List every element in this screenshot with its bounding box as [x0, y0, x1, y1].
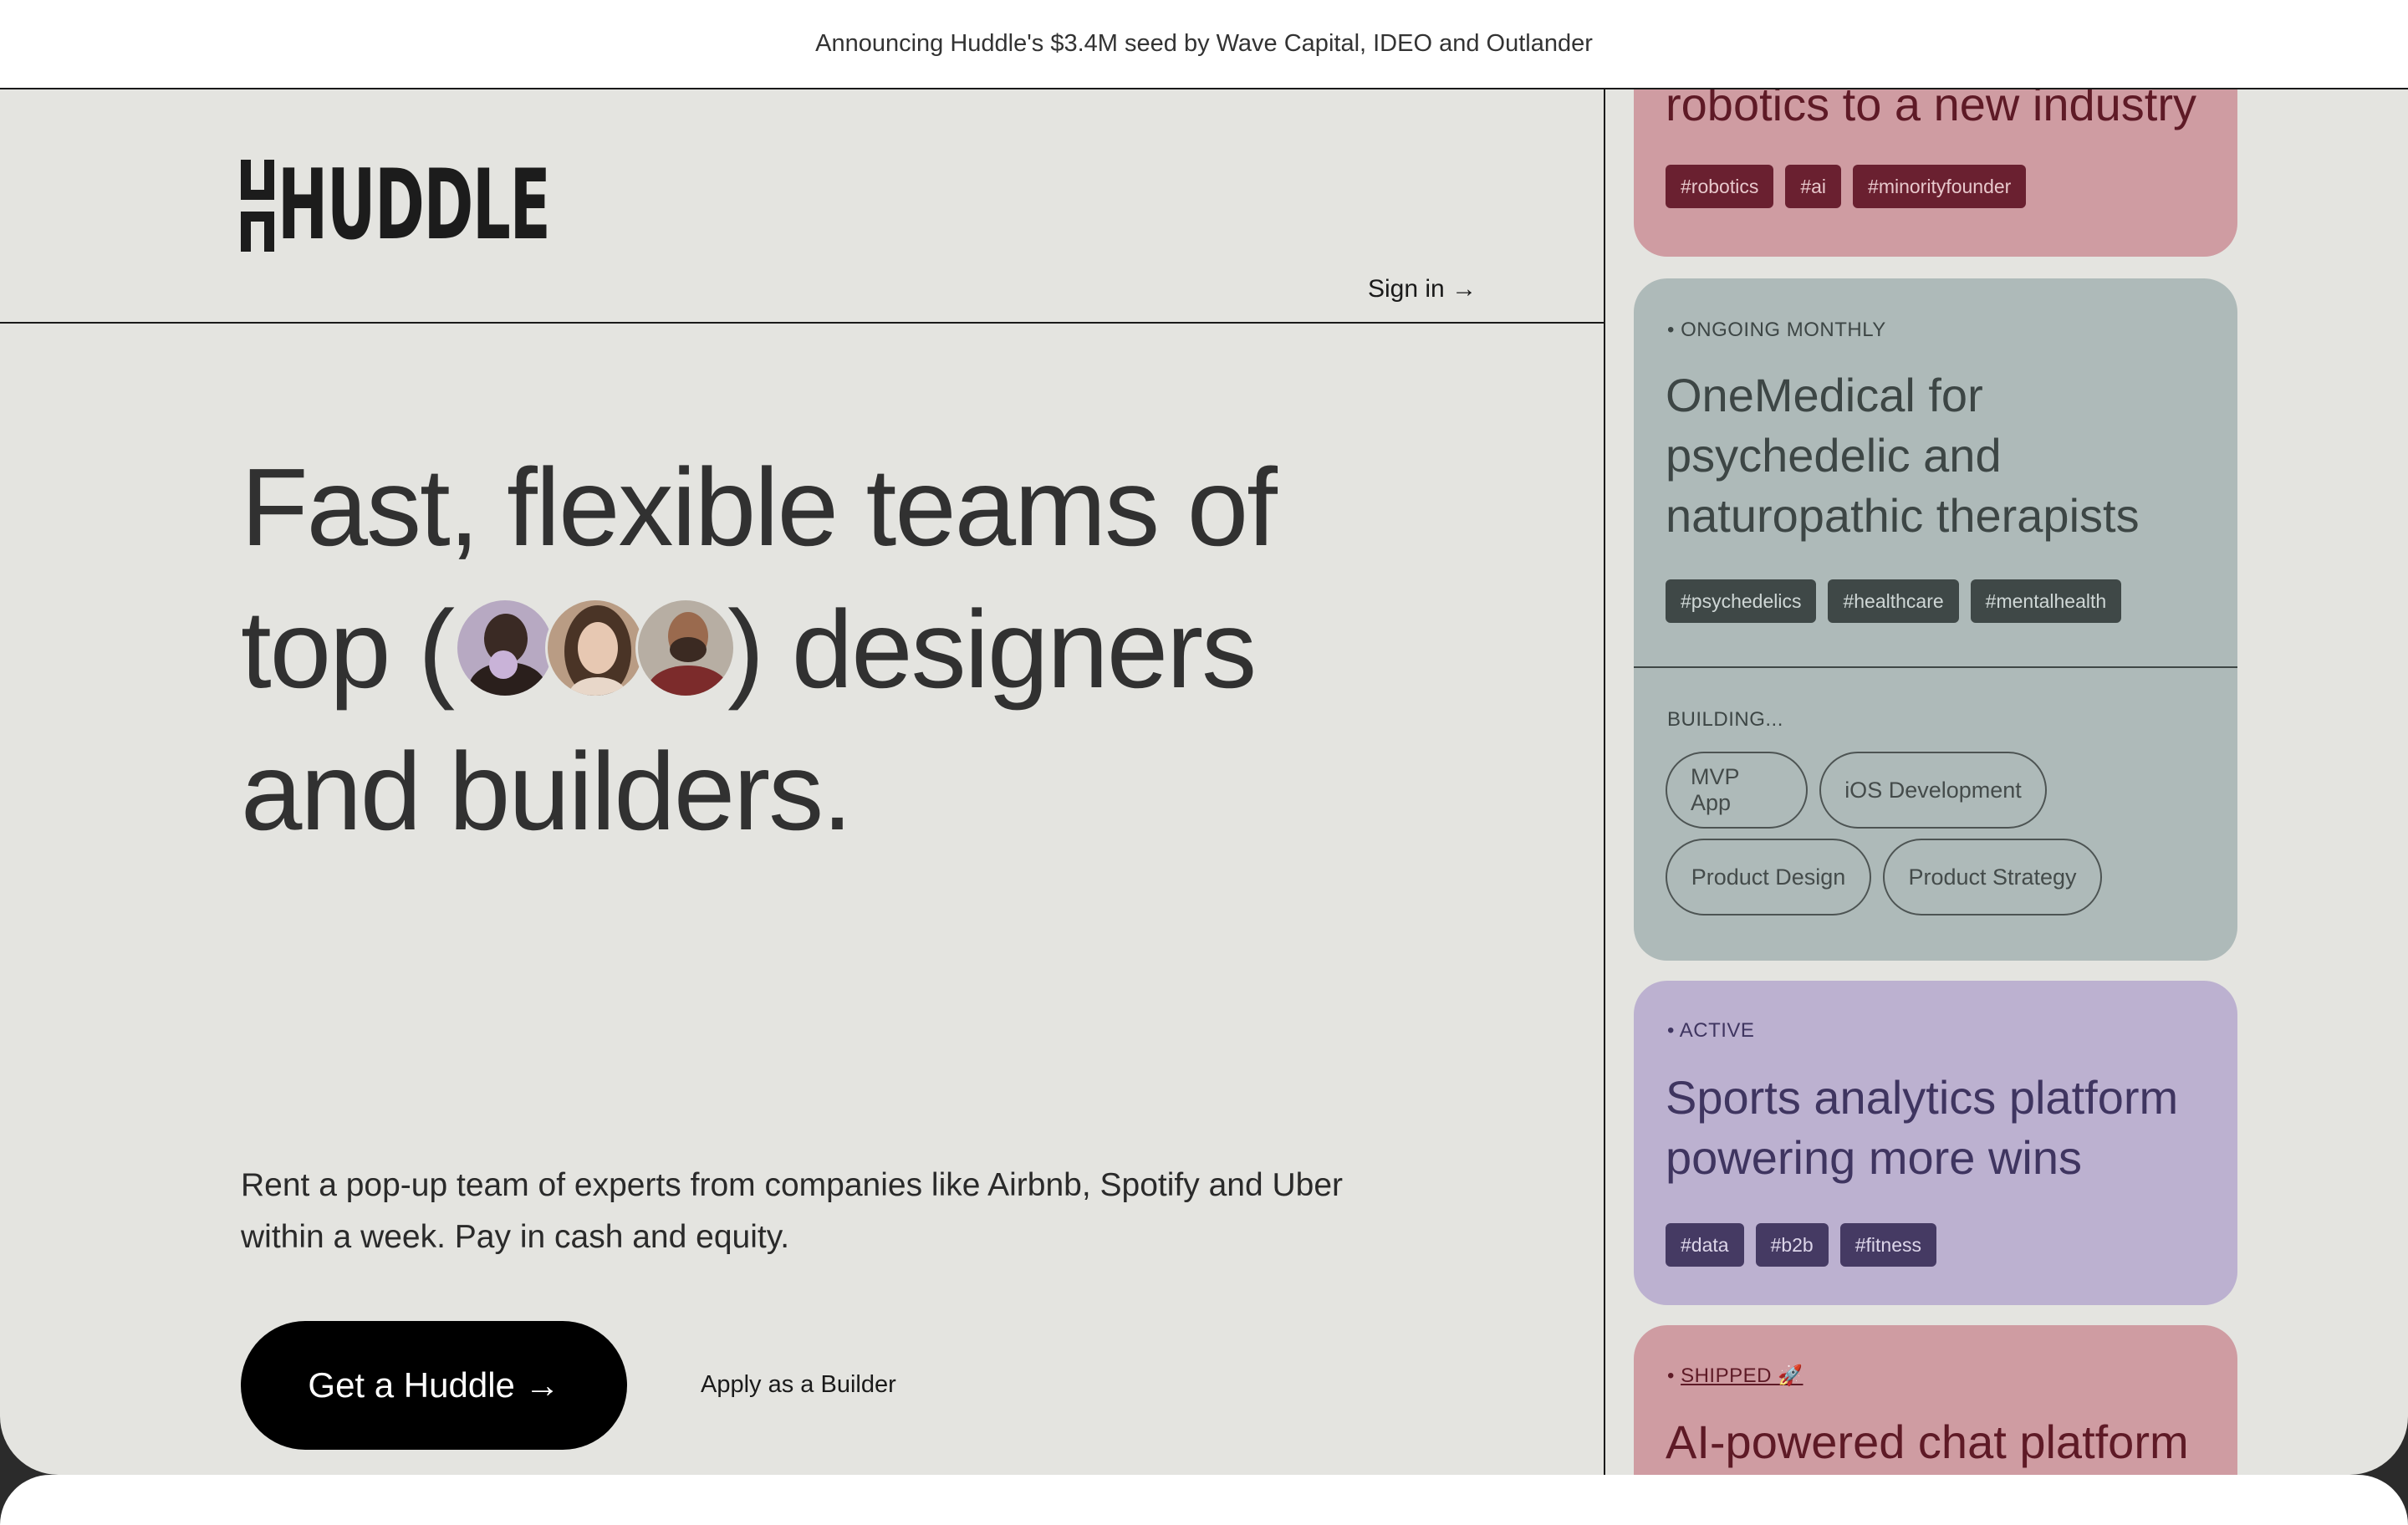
logo-text: HUDDLE	[278, 149, 551, 262]
hero-panel: HUDDLE Sign in → Fast, flexible teams of…	[0, 89, 1605, 1475]
next-section-edge	[0, 1475, 2408, 1525]
hero-headline: Fast, flexible teams of top () designer…	[241, 436, 1495, 863]
logo-mark-icon	[241, 160, 274, 252]
site-header: HUDDLE Sign in →	[0, 89, 1605, 324]
building-pill[interactable]: Product Strategy	[1883, 839, 2102, 916]
avatar	[455, 598, 556, 699]
tag[interactable]: #robotics	[1666, 165, 1774, 208]
project-status: • SHIPPED 🚀	[1667, 1364, 1803, 1388]
project-card[interactable]: robotics to a new industry #robotics #ai…	[1634, 89, 2237, 257]
announcement-bar[interactable]: Announcing Huddle's $3.4M seed by Wave C…	[0, 0, 2408, 89]
building-label: BUILDING...	[1667, 708, 1783, 731]
project-status: • ONGOING MONTHLY	[1667, 319, 1886, 341]
card-divider	[1634, 666, 2237, 668]
building-pill[interactable]: iOS Development	[1819, 752, 2047, 829]
tag[interactable]: #mentalhealth	[1970, 579, 2122, 623]
announcement-text[interactable]: Announcing Huddle's $3.4M seed by Wave C…	[815, 30, 1593, 58]
hero-line-1: Fast, flexible teams of	[241, 446, 1278, 569]
hero-line-3: and builders.	[241, 730, 853, 853]
building-pill[interactable]: Product Design	[1666, 839, 1871, 916]
project-title: Sports analytics platform powering more …	[1666, 1071, 2179, 1184]
hero-line-2-start: top (	[241, 588, 455, 711]
avatar	[635, 598, 737, 699]
builder-avatars	[455, 598, 737, 699]
hero-line-2: top ( ) designers	[241, 579, 1495, 721]
apply-as-builder-link[interactable]: Apply as a Builder	[701, 1371, 896, 1399]
project-title: robotics to a new industry	[1666, 89, 2196, 130]
project-tags: #data #b2b #fitness	[1666, 1223, 1936, 1267]
tag[interactable]: #ai	[1785, 165, 1842, 208]
project-status: • ACTIVE	[1667, 1019, 1755, 1042]
hero-line-2-end: ) designers	[727, 588, 1257, 711]
tag[interactable]: #minorityfounder	[1853, 165, 2027, 208]
main-frame: HUDDLE Sign in → Fast, flexible teams of…	[0, 89, 2408, 1475]
tag[interactable]: #b2b	[1755, 1223, 1829, 1267]
status-bullet: •	[1667, 1364, 1681, 1387]
project-title: OneMedical for psychedelic and naturopat…	[1666, 369, 2140, 542]
project-card[interactable]: • ACTIVE Sports analytics platform power…	[1634, 981, 2237, 1305]
project-card[interactable]: • ONGOING MONTHLY OneMedical for psyched…	[1634, 278, 2237, 961]
tag[interactable]: #healthcare	[1828, 579, 1959, 623]
get-a-huddle-button[interactable]: Get a Huddle →	[241, 1321, 627, 1450]
shipped-link[interactable]: SHIPPED 🚀	[1681, 1364, 1803, 1387]
tag[interactable]: #psychedelics	[1666, 579, 1817, 623]
hero-subtitle: Rent a pop-up team of experts from compa…	[241, 1167, 1344, 1255]
project-card[interactable]: • SHIPPED 🚀 AI-powered chat platform	[1634, 1325, 2237, 1475]
project-feed: robotics to a new industry #robotics #ai…	[1607, 89, 2408, 1475]
project-tags: #robotics #ai #minorityfounder	[1666, 165, 2027, 208]
avatar	[545, 598, 646, 699]
tag[interactable]: #fitness	[1839, 1223, 1936, 1267]
project-title: AI-powered chat platform	[1666, 1415, 2189, 1468]
tag[interactable]: #data	[1666, 1223, 1744, 1267]
logo[interactable]: HUDDLE	[241, 149, 717, 262]
sign-in-link[interactable]: Sign in →	[1368, 275, 1477, 303]
project-tags: #psychedelics #healthcare #mentalhealth	[1666, 579, 2122, 623]
building-pill[interactable]: MVP App	[1666, 752, 1808, 829]
